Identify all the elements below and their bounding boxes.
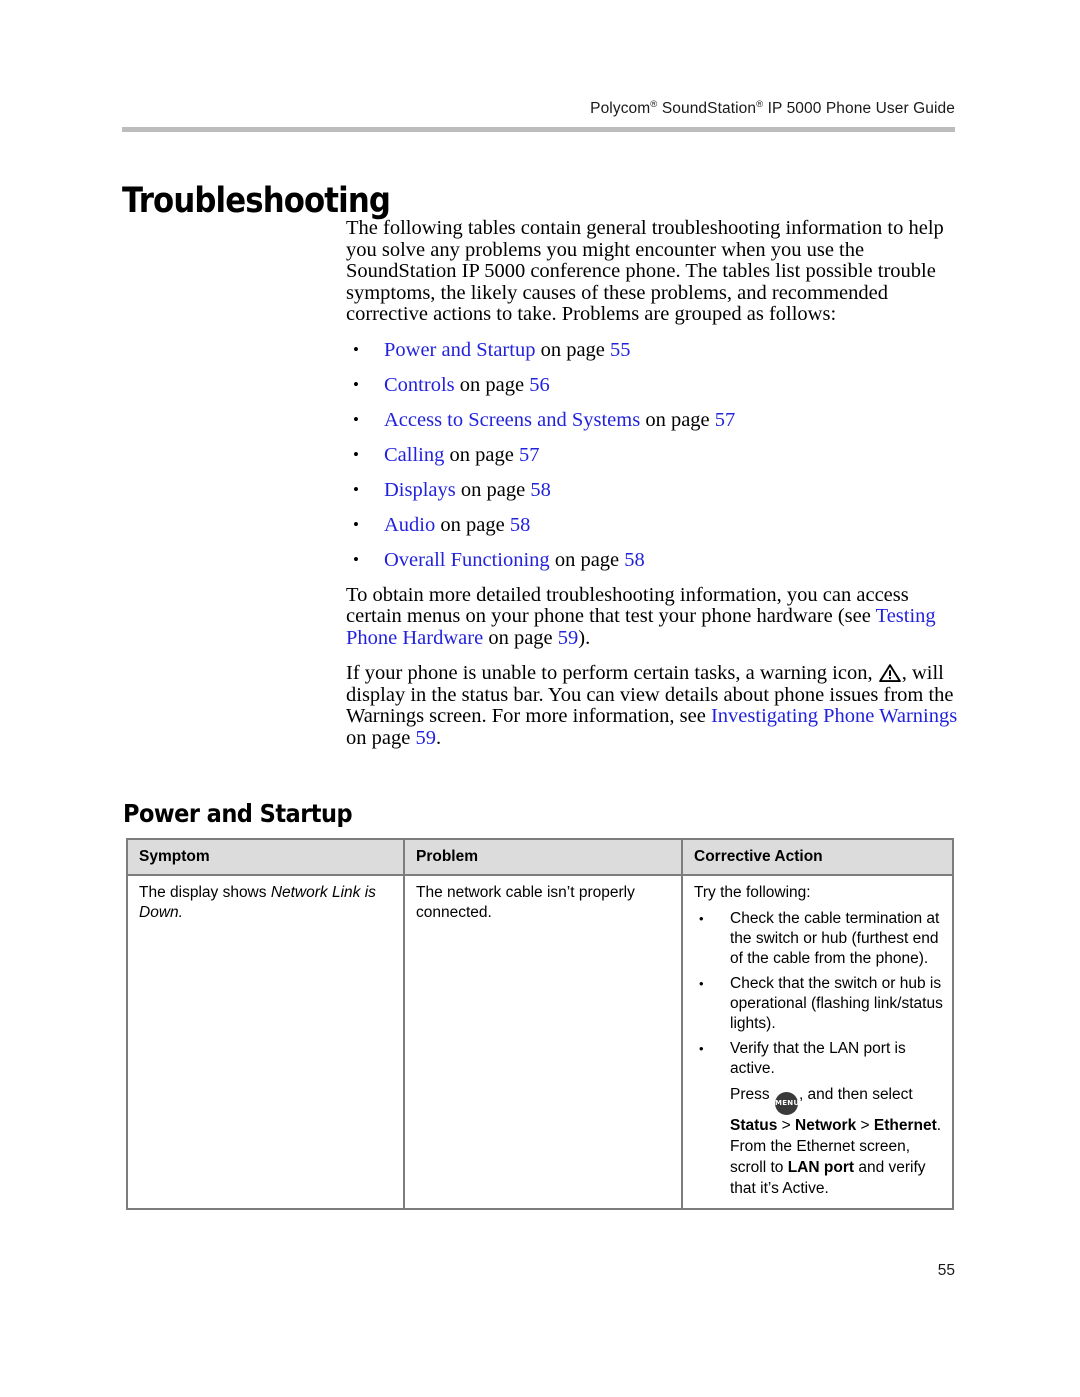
symptom-text-post: .	[178, 904, 183, 921]
list-item: • Check the cable termination at the swit…	[694, 909, 943, 969]
header-brand: Polycom	[590, 100, 651, 117]
list-item: • Power and Startup on page 55	[346, 338, 958, 361]
bullet-glyph: •	[353, 549, 359, 569]
xref-page-number[interactable]: 56	[529, 374, 550, 396]
xref-link-overall-functioning[interactable]: Overall Functioning	[384, 549, 550, 571]
running-header-text: Polycom® SoundStation® IP 5000 Phone Use…	[122, 100, 955, 118]
xref-link-power-and-startup[interactable]: Power and Startup	[384, 339, 535, 361]
bullet-glyph: •	[699, 911, 704, 926]
header-title-tail: IP 5000 Phone User Guide	[763, 100, 955, 117]
testing-para-part2: on page	[483, 626, 558, 649]
sub-para-p4: >	[856, 1117, 874, 1134]
menu-key-icon[interactable]: MENU	[774, 1092, 799, 1115]
list-item: • Verify that the LAN port is active.	[694, 1039, 943, 1079]
bullet-glyph: •	[353, 514, 359, 534]
corrective-action-lead: Try the following:	[694, 884, 811, 901]
xref-middle-text: on page	[640, 408, 715, 431]
troubleshooting-table-wrapper: Symptom Problem Corrective Action The di…	[126, 838, 954, 1210]
header-rule-divider	[122, 127, 955, 132]
xref-link-calling[interactable]: Calling	[384, 444, 444, 466]
sub-para-p2: , and then select	[798, 1086, 913, 1103]
sub-para-p3: >	[777, 1117, 796, 1134]
cross-reference-list: • Power and Startup on page 55 • Controls …	[346, 338, 958, 571]
xref-middle-text: on page	[549, 548, 625, 571]
list-item: • Audio on page 58	[346, 513, 958, 536]
chapter-title: Troubleshooting	[122, 181, 391, 222]
xref-page-number[interactable]: 58	[530, 479, 551, 501]
list-item-label: Verify that the LAN port is active.	[730, 1040, 906, 1077]
xref-middle-text: on page	[535, 338, 611, 361]
testing-para-part1: To obtain more detailed troubleshooting …	[346, 583, 909, 627]
xref-page-number[interactable]: 55	[610, 339, 631, 361]
cell-problem: The network cable isn’t properly connect…	[403, 874, 683, 1210]
warning-para-part3: on page	[346, 726, 416, 749]
xref-middle-text: on page	[455, 478, 531, 501]
folio-page-number: 55	[937, 1262, 955, 1279]
sub-para-p1: Press	[730, 1086, 774, 1103]
warning-para-part4: .	[435, 726, 442, 749]
list-item-label: Check the cable termination at the switc…	[730, 910, 940, 967]
list-item: • Access to Screens and Systems on page 5…	[346, 408, 958, 431]
menu-path-status: Status	[730, 1117, 778, 1134]
header-product: SoundStation	[661, 100, 757, 117]
bullet-glyph: •	[353, 374, 359, 394]
section-heading-power-and-startup: Power and Startup	[123, 798, 353, 828]
header-brand-registered-mark: ®	[650, 98, 658, 110]
xref-link-audio[interactable]: Audio	[384, 514, 435, 536]
menu-path-ethernet: Ethernet	[873, 1117, 937, 1134]
list-item: • Calling on page 57	[346, 443, 958, 466]
table-header-row: Symptom Problem Corrective Action	[126, 838, 954, 876]
column-header-problem: Problem	[403, 838, 683, 876]
xref-link-access-to-screens-and-systems[interactable]: Access to Screens and Systems	[384, 409, 640, 431]
warning-triangle-icon	[878, 664, 901, 683]
table-row: The display shows Network Link is Down. …	[126, 874, 954, 1210]
list-item: • Overall Functioning on page 58	[346, 548, 958, 571]
cell-corrective-action: Try the following: • Check the cable term…	[681, 874, 954, 1210]
warning-para-part1: If your phone is unable to perform certa…	[346, 662, 878, 684]
bullet-glyph: •	[699, 1041, 704, 1056]
xref-link-displays[interactable]: Displays	[384, 479, 456, 501]
table-header: Symptom Problem Corrective Action	[126, 838, 954, 876]
column-header-symptom: Symptom	[126, 838, 405, 876]
xref-page-number[interactable]: 58	[624, 549, 645, 571]
intro-paragraph: The following tables contain general tro…	[346, 217, 944, 325]
menu-path-network: Network	[795, 1117, 857, 1134]
xref-page-number[interactable]: 58	[510, 514, 531, 536]
xref-middle-text: on page	[435, 513, 510, 536]
xref-page-number[interactable]: 57	[519, 444, 540, 466]
warning-icon-paragraph: If your phone is unable to perform certa…	[346, 662, 958, 749]
column-header-corrective-action: Corrective Action	[681, 838, 954, 876]
corrective-action-list: • Check the cable termination at the swit…	[694, 909, 943, 1079]
testing-hardware-paragraph: To obtain more detailed troubleshooting …	[346, 583, 958, 650]
bullet-glyph: •	[699, 976, 704, 991]
testing-para-part3: ).	[578, 626, 591, 649]
bullet-glyph: •	[353, 444, 359, 464]
cell-symptom: The display shows Network Link is Down.	[126, 874, 405, 1210]
troubleshooting-table: Symptom Problem Corrective Action The di…	[126, 838, 954, 1210]
document-body: The following tables contain general tro…	[346, 217, 958, 763]
xref-middle-text: on page	[454, 373, 530, 396]
corrective-action-sub-paragraph: Press MENU, and then select Status > Net…	[694, 1084, 943, 1199]
symptom-text-pre: The display shows	[139, 884, 271, 901]
xref-page-number[interactable]: 57	[715, 409, 736, 431]
list-item: • Check that the switch or hub is operati…	[694, 974, 943, 1034]
menu-path-lan-port: LAN port	[787, 1159, 855, 1176]
xref-page-number[interactable]: 59	[558, 627, 579, 649]
list-item: • Displays on page 58	[346, 478, 958, 501]
page-header: Polycom® SoundStation® IP 5000 Phone Use…	[122, 100, 955, 132]
xref-page-number[interactable]: 59	[415, 727, 436, 749]
bullet-glyph: •	[353, 409, 359, 429]
bullet-glyph: •	[353, 339, 359, 359]
list-item-label: Check that the switch or hub is operatio…	[730, 975, 943, 1032]
xref-middle-text: on page	[444, 443, 519, 466]
table-body: The display shows Network Link is Down. …	[126, 874, 954, 1210]
bullet-glyph: •	[353, 479, 359, 499]
xref-link-investigating-phone-warnings[interactable]: Investigating Phone Warnings	[711, 705, 957, 727]
list-item: • Controls on page 56	[346, 373, 958, 396]
xref-link-controls[interactable]: Controls	[384, 374, 455, 396]
